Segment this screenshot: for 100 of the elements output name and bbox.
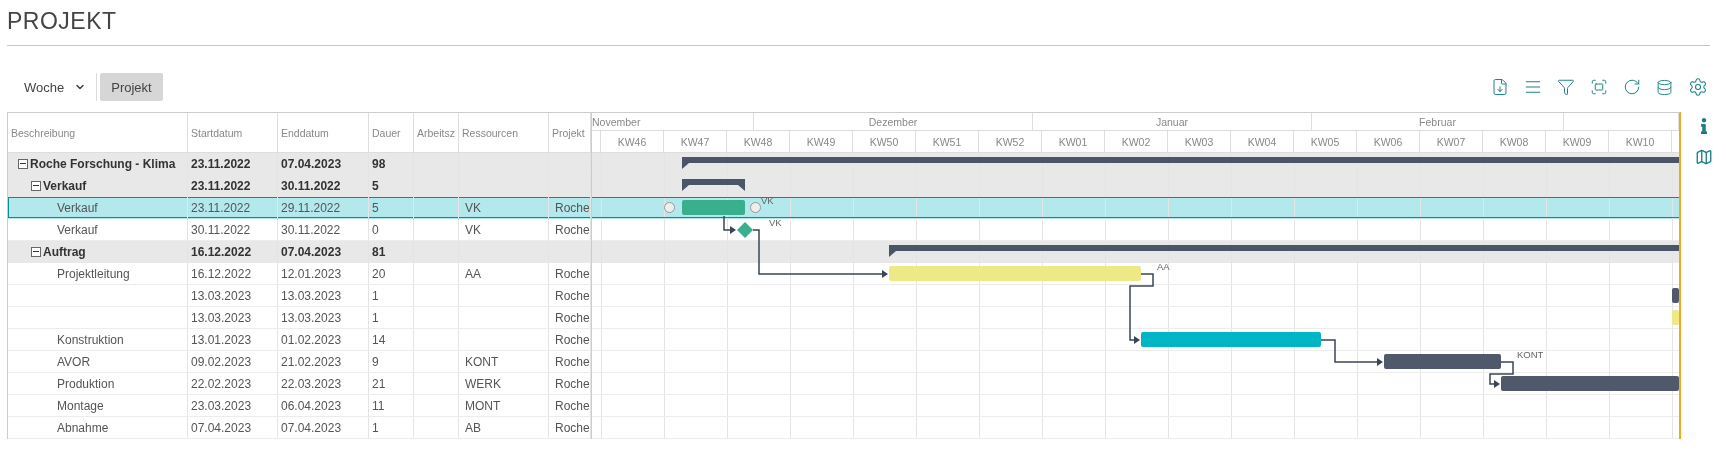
table-cell: 5 [372, 200, 379, 215]
column-header[interactable]: Enddatum [278, 113, 369, 152]
task-name: Verkauf [57, 222, 98, 237]
table-cell: Roche [555, 288, 590, 303]
refresh-icon[interactable] [1623, 78, 1641, 96]
task-name: Projektleitung [57, 266, 130, 281]
summary-bar[interactable] [682, 179, 745, 191]
table-cell: Roche [555, 200, 590, 215]
table-cell: 23.11.2022 [191, 200, 251, 215]
task-bar[interactable] [1672, 288, 1679, 303]
table-cell: 9 [372, 354, 379, 369]
table-cell: Roche [555, 420, 590, 435]
link-handle[interactable] [664, 202, 675, 213]
task-name: Produktion [57, 376, 115, 391]
table-row[interactable]: Verkauf 30.11.2022 30.11.2022 0 VK Roche [8, 219, 591, 241]
table-cell: 22.03.2023 [281, 376, 342, 391]
table-cell: 13.03.2023 [281, 310, 342, 325]
table-row[interactable]: Auftrag 16.12.2022 07.04.2023 81 [8, 241, 591, 263]
table-row[interactable]: Projektleitung 16.12.2022 12.01.2023 20 AA Roche [8, 263, 591, 285]
table-row[interactable]: Verkauf 23.11.2022 29.11.2022 5 VK Roche [8, 197, 591, 219]
table-row[interactable]: Roche Forschung - Klima 23.11.2022 07.04.2023 98 [8, 153, 591, 175]
table-cell: 30.11.2022 [281, 222, 341, 237]
table-cell: Roche [555, 354, 590, 369]
table-cell: 98 [372, 156, 386, 171]
map-icon[interactable] [1694, 148, 1713, 166]
table-row[interactable]: Konstruktion 13.01.2023 01.02.2023 14 Roche [8, 329, 591, 351]
table-row[interactable]: Produktion 22.02.2023 22.03.2023 21 WERK Roche [8, 373, 591, 395]
bar-label: AA [1157, 261, 1170, 272]
table-row[interactable]: 13.03.2023 13.03.2023 1 Roche [8, 307, 591, 329]
table-cell: 30.11.2022 [191, 222, 251, 237]
week-label: KW51 [932, 135, 962, 148]
table-cell: Roche [555, 376, 590, 391]
project-view-button[interactable]: Projekt [100, 73, 163, 101]
table-cell: 16.12.2022 [191, 244, 252, 259]
month-label: Dezember [868, 115, 918, 128]
table-cell: 30.11.2022 [281, 178, 341, 193]
month-label: November [592, 115, 641, 128]
scale-dropdown[interactable]: Woche [7, 73, 98, 101]
table-row[interactable]: 13.03.2023 13.03.2023 1 Roche [8, 285, 591, 307]
table-row[interactable]: Verkauf 23.11.2022 30.11.2022 5 [8, 175, 591, 197]
file-download-icon[interactable] [1491, 78, 1509, 96]
week-label: KW47 [680, 135, 710, 148]
column-header[interactable]: Projekt [549, 113, 591, 152]
collapse-toggle[interactable] [31, 180, 41, 191]
table-cell: 0 [372, 222, 379, 237]
column-header[interactable]: Dauer [369, 113, 414, 152]
table-cell: 1 [372, 310, 379, 325]
task-name: AVOR [57, 354, 91, 369]
link-handle[interactable] [750, 202, 761, 213]
week-label: KW48 [743, 135, 773, 148]
table-row[interactable]: Montage 23.03.2023 06.04.2023 11 MONT Roche [8, 395, 591, 417]
week-label: KW46 [617, 135, 647, 148]
table-cell: 81 [372, 244, 386, 259]
week-label: KW09 [1562, 135, 1592, 148]
collapse-toggle[interactable] [31, 246, 41, 257]
table-cell: AA [465, 266, 481, 281]
summary-bar[interactable] [889, 245, 1679, 257]
table-cell: Roche [555, 266, 590, 281]
table-row[interactable]: Abnahme 07.04.2023 07.04.2023 1 AB Roche [8, 417, 591, 439]
table-cell: Roche [555, 310, 590, 325]
filter-icon[interactable] [1557, 78, 1575, 96]
summary-bar[interactable] [682, 157, 1679, 169]
table-cell: KONT [465, 354, 499, 369]
task-name: Montage [57, 398, 104, 413]
task-name: Konstruktion [57, 332, 124, 347]
table-cell: 14 [372, 332, 386, 347]
table-cell: 06.04.2023 [281, 398, 342, 413]
task-name: Verkauf [57, 200, 98, 215]
week-label: KW50 [869, 135, 899, 148]
database-icon[interactable] [1656, 78, 1673, 96]
table-cell: 29.11.2022 [281, 200, 341, 215]
column-header[interactable]: Arbeitsz [414, 113, 459, 152]
table-cell: 21.02.2023 [281, 354, 342, 369]
table-cell: 01.02.2023 [281, 332, 342, 347]
table-cell: 07.04.2023 [281, 156, 342, 171]
table-cell: 1 [372, 420, 379, 435]
settings-icon[interactable] [1688, 77, 1708, 97]
column-header[interactable]: Beschreibung [8, 113, 188, 152]
task-name: Verkauf [43, 178, 87, 193]
table-cell: 5 [372, 178, 379, 193]
column-header[interactable]: Ressourcen [459, 113, 549, 152]
task-name: Auftrag [43, 244, 86, 259]
collapse-toggle[interactable] [18, 158, 28, 169]
table-cell: WERK [465, 376, 501, 391]
table-cell: 23.11.2022 [191, 178, 251, 193]
table-cell: 22.02.2023 [191, 376, 252, 391]
task-name: Abnahme [57, 420, 109, 435]
table-cell: 09.02.2023 [191, 354, 252, 369]
table-cell: 23.11.2022 [191, 156, 251, 171]
table-row[interactable]: AVOR 09.02.2023 21.02.2023 9 KONT Roche [8, 351, 591, 373]
list-icon[interactable] [1524, 78, 1542, 96]
fit-screen-icon[interactable] [1590, 78, 1608, 96]
column-header[interactable]: Startdatum [188, 113, 278, 152]
bar-label: KONT [1517, 349, 1544, 360]
week-label: KW03 [1184, 135, 1214, 148]
week-label: KW01 [1058, 135, 1088, 148]
table-cell: Roche [555, 222, 590, 237]
table-cell: Roche [555, 332, 590, 347]
table-cell: AB [465, 420, 481, 435]
bar-label: VK [769, 217, 782, 228]
